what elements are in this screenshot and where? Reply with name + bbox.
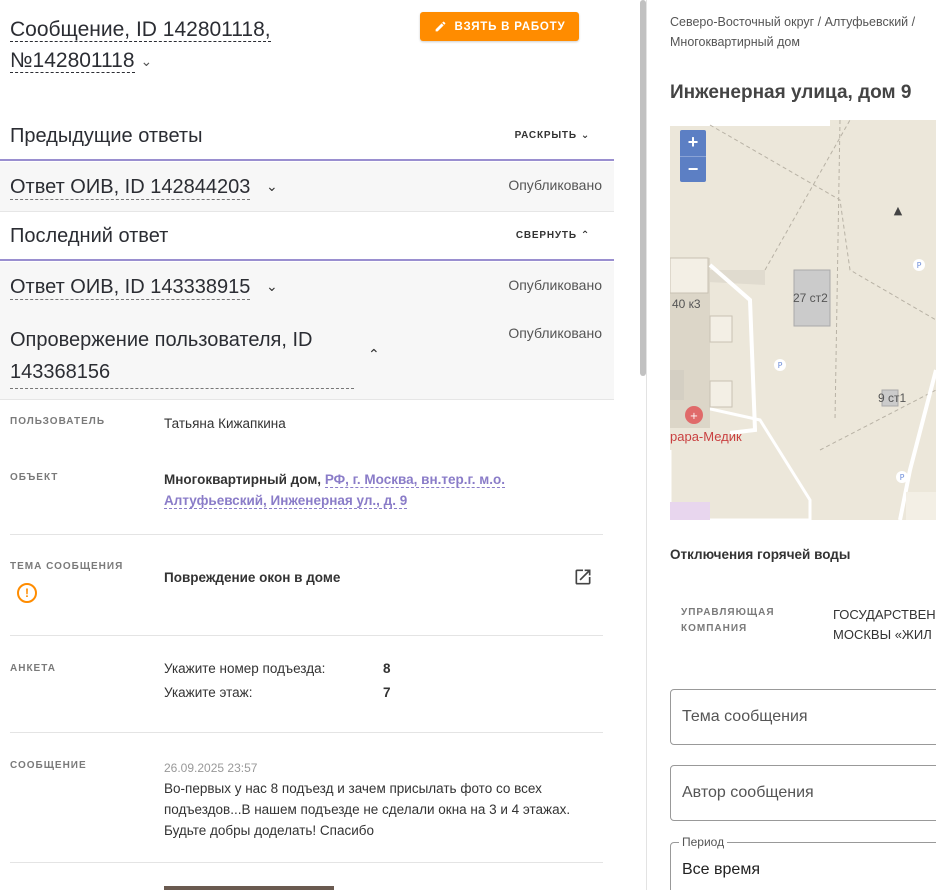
- message-line: Будьте добры доделать! Спасибо: [164, 823, 375, 838]
- message-label: СООБЩЕНИЕ: [10, 760, 87, 771]
- chevron-down-icon[interactable]: ⌄: [266, 278, 278, 295]
- author-filter-placeholder: Автор сообщения: [682, 784, 814, 801]
- message-panel: Сообщение, ID 142801118, №142801118 ⌄ ВЗЯ…: [0, 0, 614, 890]
- last-reply-header: Последний ответ СВЕРНУТЬ ⌃: [0, 211, 614, 261]
- management-company-value-line: ГОСУДАРСТВЕН: [833, 607, 936, 622]
- survey-label: АНКЕТА: [10, 663, 56, 674]
- chevron-up-icon[interactable]: ⌃: [368, 346, 380, 363]
- period-select[interactable]: Период Все время: [670, 835, 936, 890]
- management-company-label-line: КОМПАНИЯ: [681, 623, 748, 634]
- survey-answer: 7: [383, 685, 391, 700]
- map-zoom-controls: + −: [680, 130, 706, 182]
- take-to-work-button[interactable]: ВЗЯТЬ В РАБОТУ: [420, 12, 579, 41]
- user-label: ПОЛЬЗОВАТЕЛЬ: [10, 416, 106, 427]
- dispute-status: Опубликовано: [508, 325, 602, 341]
- collapse-button[interactable]: СВЕРНУТЬ ⌃: [516, 230, 590, 241]
- divider: [10, 635, 603, 636]
- open-external-icon[interactable]: [573, 567, 593, 587]
- topic-filter-placeholder: Тема сообщения: [682, 708, 808, 725]
- info-panel: Северо-Восточный округ / Алтуфьевский / …: [647, 0, 936, 890]
- page-title: Сообщение, ID 142801118, №142801118 ⌄: [10, 14, 390, 77]
- object-address-link-1[interactable]: РФ, г. Москва, вн.тер.г. м.о.: [324, 472, 505, 488]
- topic-filter-input[interactable]: Тема сообщения: [670, 689, 936, 745]
- dispute-item[interactable]: Опровержение пользователя, ID 143368156 …: [0, 312, 614, 400]
- map-label: 40 к3: [672, 297, 701, 311]
- chevron-down-icon[interactable]: ⌄: [141, 46, 153, 77]
- management-company-value: ГОСУДАРСТВЕН МОСКВЫ «ЖИЛ: [833, 605, 936, 645]
- reply-title[interactable]: Ответ ОИВ, ID 142844203: [10, 175, 251, 200]
- reply-title[interactable]: Ответ ОИВ, ID 143338915: [10, 275, 251, 300]
- pencil-icon: [435, 21, 445, 32]
- hot-water-outages[interactable]: Отключения горячей воды: [670, 547, 850, 562]
- breadcrumb: Северо-Восточный округ / Алтуфьевский / …: [670, 12, 936, 52]
- object-address-link-2[interactable]: Алтуфьевский, Инженерная ул., д. 9: [164, 493, 408, 509]
- map[interactable]: + P P P ▲ + − 40 к3 27 ст2 9 ст1 рара-Ме…: [670, 120, 936, 520]
- reply-status: Опубликовано: [508, 277, 602, 293]
- svg-text:+: +: [690, 411, 698, 422]
- survey-question: Укажите номер подъезда:: [164, 661, 326, 676]
- svg-text:P: P: [900, 473, 905, 482]
- map-label: 9 ст1: [878, 391, 907, 405]
- period-value: Все время: [682, 861, 760, 878]
- take-to-work-label: ВЗЯТЬ В РАБОТУ: [454, 20, 566, 33]
- user-value: Татьяна Кижапкина: [164, 416, 286, 431]
- collapse-label: СВЕРНУТЬ: [515, 230, 577, 241]
- topic-value: Повреждение окон в доме: [164, 570, 341, 585]
- expand-button[interactable]: РАСКРЫТЬ ⌄: [515, 130, 590, 141]
- survey-answer: 8: [383, 661, 391, 676]
- title-line-1: Сообщение, ID 142801118,: [10, 18, 271, 42]
- divider: [10, 534, 603, 535]
- chevron-down-icon: ⌄: [580, 130, 590, 141]
- author-filter-input[interactable]: Автор сообщения: [670, 765, 936, 821]
- address-title: Инженерная улица, дом 9: [670, 82, 912, 103]
- survey-question: Укажите этаж:: [164, 685, 253, 700]
- chevron-up-icon: ⌃: [580, 230, 590, 241]
- svg-text:P: P: [778, 361, 783, 370]
- divider: [10, 732, 603, 733]
- photo-thumbnail[interactable]: [164, 886, 334, 890]
- message-date: 26.09.2025 23:57: [164, 761, 258, 775]
- dispute-title[interactable]: Опровержение пользователя, ID 143368156: [10, 324, 354, 389]
- title-line-2: №142801118: [10, 49, 135, 73]
- warning-icon: !: [17, 583, 37, 603]
- breadcrumb-line[interactable]: Северо-Восточный округ / Алтуфьевский /: [670, 12, 936, 32]
- svg-text:▲: ▲: [894, 204, 903, 217]
- object-value: Многоквартирный дом, РФ, г. Москва, вн.т…: [164, 469, 505, 511]
- management-company-label-line: УПРАВЛЯЮЩАЯ: [681, 607, 775, 618]
- chevron-down-icon[interactable]: ⌄: [266, 178, 278, 195]
- object-type: Многоквартирный дом,: [164, 472, 325, 487]
- zoom-out-button[interactable]: −: [680, 156, 706, 182]
- map-label: 27 ст2: [793, 291, 828, 305]
- message-line: подъездов...В нашем подъезде не сделали …: [164, 802, 571, 817]
- object-label: ОБЪЕКТ: [10, 472, 59, 483]
- map-canvas: + P P P ▲: [670, 120, 936, 520]
- previous-replies-header: Предыдущие ответы РАСКРЫТЬ ⌄: [0, 111, 614, 161]
- last-reply-title: Последний ответ: [10, 225, 169, 247]
- message-text: Во-первых у нас 8 подъезд и зачем присыл…: [164, 778, 570, 841]
- management-company-label: УПРАВЛЯЮЩАЯ КОМПАНИЯ: [681, 605, 775, 637]
- reply-status: Опубликовано: [508, 177, 602, 193]
- period-label: Период: [679, 835, 728, 849]
- map-label: рара-Медик: [670, 429, 742, 444]
- expand-label: РАСКРЫТЬ: [514, 130, 577, 141]
- last-reply-item[interactable]: Ответ ОИВ, ID 143338915 ⌄ Опубликовано: [0, 262, 614, 312]
- svg-text:P: P: [917, 261, 922, 270]
- zoom-in-button[interactable]: +: [680, 130, 706, 156]
- previous-reply-item[interactable]: Ответ ОИВ, ID 142844203 ⌄ Опубликовано: [0, 162, 614, 212]
- management-company-value-line: МОСКВЫ «ЖИЛ: [833, 627, 932, 642]
- topic-label: ТЕМА СООБЩЕНИЯ: [10, 561, 124, 572]
- divider: [10, 862, 603, 863]
- message-line: Во-первых у нас 8 подъезд и зачем присыл…: [164, 781, 542, 796]
- previous-replies-title: Предыдущие ответы: [10, 125, 203, 147]
- breadcrumb-line[interactable]: Многоквартирный дом: [670, 32, 936, 52]
